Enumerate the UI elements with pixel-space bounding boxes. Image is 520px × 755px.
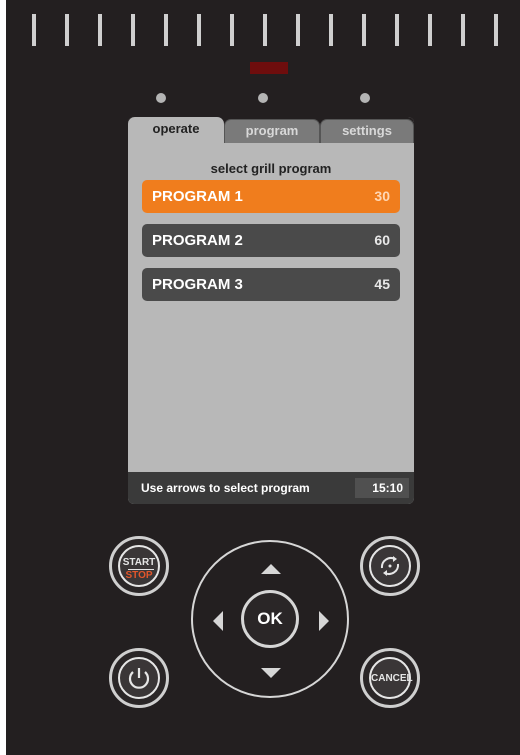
vent-slot — [461, 14, 465, 46]
program-name: PROGRAM 3 — [152, 276, 243, 293]
status-hint: Use arrows to select program — [141, 481, 310, 495]
power-face — [118, 657, 160, 699]
program-item-2[interactable]: PROGRAM 2 60 — [142, 224, 400, 257]
cancel-button[interactable]: CANCEL — [360, 648, 420, 708]
vent-slot — [395, 14, 399, 46]
start-stop-button[interactable]: START STOP — [109, 536, 169, 596]
vent-slot — [32, 14, 36, 46]
clock-display: 15:10 — [355, 478, 409, 498]
vent-slot — [428, 14, 432, 46]
tab-bar: operate program settings — [128, 117, 414, 143]
vent-slot — [65, 14, 69, 46]
arrow-up-icon[interactable] — [261, 564, 281, 574]
vent-slot — [362, 14, 366, 46]
indicator-led — [360, 93, 370, 103]
cancel-face: CANCEL — [369, 657, 413, 699]
ok-button[interactable]: OK — [241, 590, 299, 648]
start-stop-face: START STOP — [118, 545, 160, 587]
vent-slot — [263, 14, 267, 46]
power-icon — [128, 668, 150, 689]
indicator-led — [156, 93, 166, 103]
cycle-button[interactable] — [360, 536, 420, 596]
navigation-dpad: OK — [191, 540, 349, 698]
arrow-right-icon[interactable] — [319, 611, 329, 631]
arrow-left-icon[interactable] — [213, 611, 223, 631]
indicator-led — [258, 93, 268, 103]
arrow-down-icon[interactable] — [261, 668, 281, 678]
tab-operate[interactable]: operate — [128, 117, 224, 143]
vent-slot — [329, 14, 333, 46]
program-value: 60 — [374, 232, 390, 248]
cancel-label: CANCEL — [371, 673, 413, 684]
vent-slot — [98, 14, 102, 46]
stop-label: STOP — [125, 570, 153, 581]
program-value: 30 — [374, 188, 390, 204]
screen-subtitle: select grill program — [210, 161, 332, 176]
cycle-face — [369, 545, 411, 587]
refresh-icon — [380, 556, 400, 576]
vent-slot — [494, 14, 498, 46]
status-indicator-light — [250, 62, 288, 74]
power-button[interactable] — [109, 648, 169, 708]
program-item-3[interactable]: PROGRAM 3 45 — [142, 268, 400, 301]
program-item-1[interactable]: PROGRAM 1 30 — [142, 180, 400, 213]
vent-slot — [197, 14, 201, 46]
start-label: START — [122, 557, 156, 568]
program-name: PROGRAM 1 — [152, 188, 243, 205]
tab-settings[interactable]: settings — [320, 119, 414, 143]
grill-control-panel: operate program settings select grill pr… — [6, 0, 520, 755]
vent-slot — [230, 14, 234, 46]
display-screen: operate program settings select grill pr… — [128, 117, 414, 504]
tab-program[interactable]: program — [224, 119, 320, 143]
program-value: 45 — [374, 276, 390, 292]
vent-slot — [296, 14, 300, 46]
status-bar: Use arrows to select program 15:10 — [128, 472, 414, 504]
program-name: PROGRAM 2 — [152, 232, 243, 249]
vent-slot — [131, 14, 135, 46]
vent-slot — [164, 14, 168, 46]
